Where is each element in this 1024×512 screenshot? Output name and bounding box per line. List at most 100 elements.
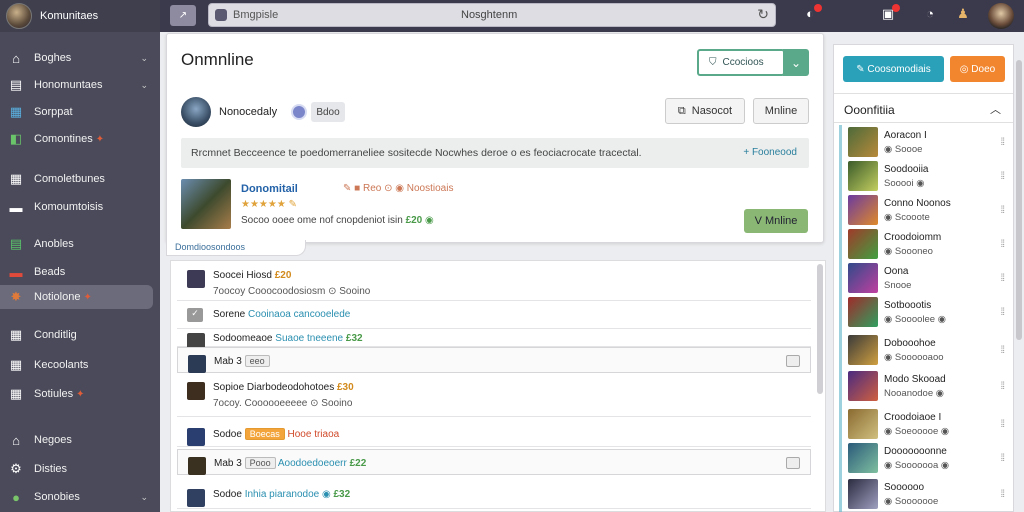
table-row[interactable]: Sodoe Inhia piaranodoe ◉ £32 [177, 481, 811, 509]
friend-avatar [848, 229, 878, 259]
right-panel-header[interactable]: Ooonfitiia ︿ [834, 93, 1013, 123]
sidebar-item-7[interactable]: ▬ Beads [0, 260, 160, 284]
friend-item[interactable]: Dooooooonne ◉ Sooooooa ◉ ⁞⁞ [848, 443, 1008, 473]
green-doc-icon: ▤ [9, 236, 23, 251]
chevron-down-icon[interactable]: ⌄ [140, 80, 148, 91]
chat-icon[interactable]: ▣ [878, 4, 900, 26]
table-row[interactable]: Soocei Hiosd £20 7oocoy Cooocoodosiosm ⊙… [177, 265, 811, 301]
sidebar-item-8[interactable]: ✸ Notiolone ✦ [0, 285, 153, 309]
sidebar-item-10[interactable]: ▦ Kecoolants [0, 353, 160, 377]
bell-icon[interactable]: ♟ [953, 6, 973, 26]
gear-icon: ⚙ [10, 461, 22, 476]
profile-avatar[interactable] [181, 97, 211, 127]
friend-name: Aoracon I [884, 130, 927, 141]
refresh-icon[interactable]: ↻ [757, 6, 769, 23]
action-dropdown-button[interactable]: ⌄ [783, 49, 809, 76]
section-tab[interactable]: Domdioosondoos [166, 240, 306, 256]
table-row[interactable]: Mab 3 eeo [177, 347, 811, 373]
notice-link[interactable]: + Fooneood [743, 147, 797, 158]
mnline-primary-button[interactable]: V Mnline [744, 209, 808, 233]
sidebar-item-12[interactable]: ⌂ Negoes [0, 428, 160, 452]
action-button[interactable]: ⛉ Ccocioos [697, 49, 785, 76]
sidebar-item-mark: ✦ [76, 388, 85, 400]
drag-handle-icon[interactable]: ⁞⁞ [1000, 419, 1004, 430]
row-price: £32 [345, 333, 363, 344]
friend-item[interactable]: Dobooohoe ◉ Soooooaoo ⁞⁞ [848, 335, 1008, 365]
table-row[interactable]: Sopioe Diarbodeodohotoes £30 7ocoy. Cooo… [177, 377, 811, 417]
profile-name[interactable]: Nonocedaly [219, 106, 277, 118]
friend-item[interactable]: Aoracon I ◉ Soooe ⁞⁞ [848, 127, 1008, 157]
drag-handle-icon[interactable]: ⁞⁞ [1000, 273, 1004, 284]
profile-chip[interactable]: Bdoo [311, 102, 345, 122]
list-scrollbar[interactable] [817, 264, 823, 394]
drag-handle-icon[interactable]: ⁞⁞ [1000, 307, 1004, 318]
friend-item[interactable]: Conno Noonos ◉ Scooote ⁞⁞ [848, 195, 1008, 225]
shield-icon: ⛉ [709, 57, 717, 68]
drag-handle-icon[interactable]: ⁞⁞ [1000, 239, 1004, 250]
green-circle-icon: ● [12, 489, 20, 505]
row-chip[interactable]: eeo [244, 355, 270, 367]
row-chip[interactable]: Boecas [244, 428, 285, 440]
drag-handle-icon[interactable]: ⁞⁞ [1000, 489, 1004, 500]
game-title[interactable]: Donomitail [241, 183, 298, 195]
sidebar-item-4[interactable]: ▦ Comoletbunes [0, 167, 160, 191]
row-action-icon[interactable] [786, 457, 800, 469]
friend-item[interactable]: Modo Skooad Nooanodoe ◉ ⁞⁞ [848, 371, 1008, 401]
sidebar-item-1[interactable]: ▤ Honomuntaes ⌄ [0, 73, 160, 97]
app-logo[interactable] [6, 3, 32, 29]
row-subtitle: Aoodoedoeoerr [277, 458, 347, 469]
table-row[interactable]: ✓ Sorene Cooinaoa cancooelede [177, 301, 811, 329]
nav-toggle-button[interactable]: ↗ [170, 5, 196, 26]
friend-status: ◉ Sooooooe [884, 496, 939, 507]
friend-item[interactable]: Croodoiomm ◉ Soooneo ⁞⁞ [848, 229, 1008, 259]
clock-icon[interactable]: ◔ [920, 6, 940, 26]
orange-action-button[interactable]: ◎ Doeo [950, 56, 1005, 82]
search-bar[interactable]: Bmgpisle Nosghtenm ↻ [208, 3, 776, 27]
sidebar-item-13[interactable]: ⚙ Disties [0, 457, 160, 481]
sidebar-item-9[interactable]: ▦ Conditlig [0, 323, 160, 347]
table-row[interactable]: Sodoe Boecas Hooe triaoa [177, 421, 811, 447]
sidebar-item-11[interactable]: ▦ Sotiules ✦ [0, 382, 160, 406]
drag-handle-icon[interactable]: ⁞⁞ [1000, 171, 1004, 182]
game-description-text: Socoo ooee ome nof cnopdeniot isin [241, 215, 406, 226]
table-row[interactable]: Mab 3 Pooo Aoodoedoeoerr £22 [177, 449, 811, 475]
sidebar-item-3[interactable]: ◧ Comontines ✦ [0, 127, 160, 151]
table-row[interactable]: Sodoomeaoe Suaoe tneeene £32 [177, 331, 811, 351]
drag-handle-icon[interactable]: ⁞⁞ [1000, 205, 1004, 216]
cube-icon: ◧ [9, 131, 23, 146]
friend-item[interactable]: Croodoiaoe I ◉ Soeooooe ◉ ⁞⁞ [848, 409, 1008, 439]
game-price: £20 ◉ [405, 215, 434, 226]
sidebar-item-label: Comoletbunes [34, 173, 105, 185]
friend-item[interactable]: Soooooo ◉ Sooooooe ⁞⁞ [848, 479, 1008, 509]
drag-handle-icon[interactable]: ⁞⁞ [1000, 381, 1004, 392]
chevron-up-icon[interactable]: ︿ [990, 101, 1001, 117]
friend-item[interactable]: Soodooiia Sooooi ◉ ⁞⁞ [848, 161, 1008, 191]
sidebar-item-14[interactable]: ● Sonobies ⌄ [0, 485, 160, 509]
sidebar-item-6[interactable]: ▤ Anobles [0, 232, 160, 256]
drag-handle-icon[interactable]: ⁞⁞ [1000, 345, 1004, 356]
teal-action-button[interactable]: ✎ Coosomodiais [843, 56, 944, 82]
notification-icon[interactable]: ◐ [800, 4, 822, 26]
sidebar-item-5[interactable]: ▬ Komoumtoisis [0, 195, 160, 219]
sidebar-item-label: Sorppat [34, 106, 73, 118]
sidebar-item-0[interactable]: ⌂ Boghes ⌄ [0, 46, 160, 70]
sidebar-item-2[interactable]: ▦ Sorppat [0, 100, 160, 124]
row-action-icon[interactable] [786, 355, 800, 367]
friend-item[interactable]: Oona Snooe ⁞⁞ [848, 263, 1008, 293]
checkbox[interactable]: ✓ [187, 308, 203, 322]
home-icon: ⌂ [12, 50, 20, 66]
user-avatar[interactable] [988, 3, 1014, 29]
game-thumbnail[interactable] [181, 179, 231, 229]
mnline-button[interactable]: Mnline [753, 98, 809, 124]
friend-item[interactable]: Sotboootis ◉ Soooolee ◉ ⁞⁞ [848, 297, 1008, 327]
stack-icon: ▤ [9, 77, 23, 92]
nasocot-button[interactable]: ⧉ Nasocot [665, 98, 745, 124]
search-input[interactable]: Bmgpisle [233, 9, 278, 21]
row-chip[interactable]: Pooo [244, 457, 276, 469]
red-doc-icon: ▬ [9, 264, 23, 280]
right-panel-scrollbar[interactable] [1016, 60, 1022, 340]
drag-handle-icon[interactable]: ⁞⁞ [1000, 453, 1004, 464]
chevron-down-icon[interactable]: ⌄ [140, 492, 148, 503]
drag-handle-icon[interactable]: ⁞⁞ [1000, 137, 1004, 148]
chevron-down-icon[interactable]: ⌄ [140, 53, 148, 64]
